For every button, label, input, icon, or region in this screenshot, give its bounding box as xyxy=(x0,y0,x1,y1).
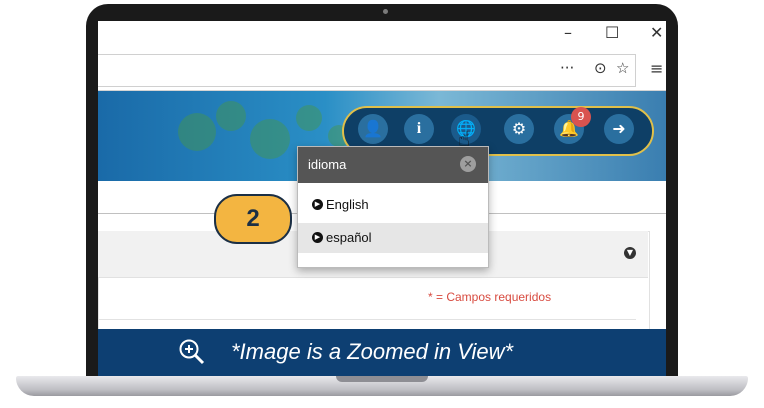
required-fields-note: * = Campos requeridos xyxy=(428,290,552,304)
language-option-label: English xyxy=(326,197,369,212)
step-marker: 2 xyxy=(214,194,292,244)
page-actions-icon[interactable]: ··· xyxy=(560,59,574,77)
minimize-button[interactable]: – xyxy=(564,23,572,42)
info-icon[interactable]: i xyxy=(404,114,434,144)
maximize-button[interactable]: ☐ xyxy=(605,23,619,42)
close-icon[interactable]: × xyxy=(460,156,476,172)
dropdown-header: idioma × xyxy=(298,147,488,183)
laptop-screen: – ☐ ✕ ··· ⊙ ☆ ≡ 👤 i 🌐 ⚙ 🔔 ➜ 9 ☝ ▼ * = Ca… xyxy=(98,21,666,378)
caption-text: *Image is a Zoomed in View* xyxy=(231,339,514,364)
zoom-caption-bar: *Image is a Zoomed in View* xyxy=(98,329,666,378)
chevron-right-icon: ▶ xyxy=(312,199,323,210)
language-option-label: español xyxy=(326,230,372,245)
address-bar[interactable] xyxy=(98,54,636,87)
chevron-right-icon: ▶ xyxy=(312,232,323,243)
browser-titlebar: – ☐ ✕ xyxy=(98,21,666,52)
dropdown-title: idioma xyxy=(308,157,347,172)
browser-menu-icon[interactable]: ≡ xyxy=(650,59,663,78)
add-user-icon[interactable]: 👤 xyxy=(358,114,388,144)
notification-badge: 9 xyxy=(571,107,591,127)
laptop-notch xyxy=(336,376,428,382)
zoom-in-icon xyxy=(179,339,205,365)
language-option-spanish[interactable]: ▶ español xyxy=(298,223,488,253)
settings-icon[interactable]: ⚙ xyxy=(504,114,534,144)
camera-dot xyxy=(383,9,388,14)
logout-icon[interactable]: ➜ xyxy=(604,114,634,144)
pocket-icon[interactable]: ⊙ xyxy=(594,59,607,77)
language-dropdown: idioma × ▶ English ▶ español xyxy=(297,146,489,268)
chevron-down-icon[interactable]: ▼ xyxy=(624,247,636,259)
close-window-button[interactable]: ✕ xyxy=(650,23,663,42)
bookmark-star-icon[interactable]: ☆ xyxy=(616,59,629,77)
language-option-english[interactable]: ▶ English xyxy=(298,190,488,220)
form-field-divider xyxy=(98,319,636,320)
